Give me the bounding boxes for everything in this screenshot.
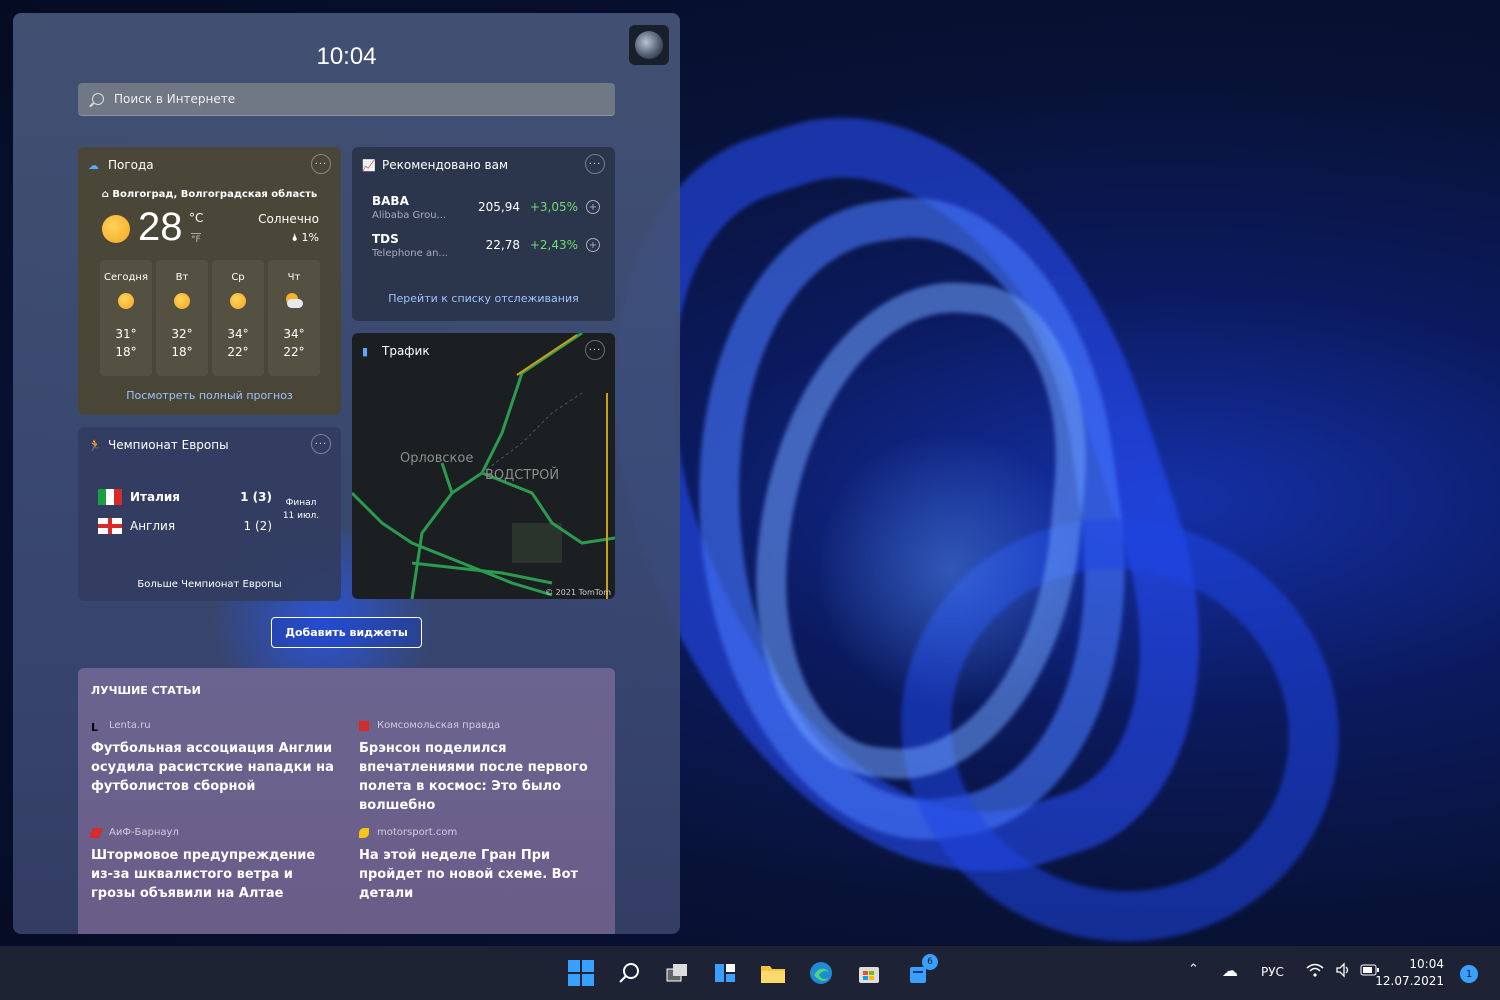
watchlist-link[interactable]: Перейти к списку отслеживания [352,292,615,305]
store-icon [859,967,879,983]
map-label: Орловское [400,451,474,466]
article-card[interactable]: L Lenta.ru Футбольная ассоциация Англии о… [91,720,341,796]
search-icon [92,93,104,105]
search-button[interactable] [614,958,644,988]
widgets-icon [715,964,735,982]
runner-icon: 🏃 [88,439,102,452]
map-copyright: © 2021 TomTom [545,588,611,597]
droplet-icon: 🌢 [291,231,299,244]
lenta-logo-icon: L [91,720,99,734]
volume-icon[interactable] [1335,962,1351,982]
windows-logo-icon [568,960,594,986]
stocks-more-button[interactable]: ··· [585,154,605,174]
kp-logo-icon [359,720,369,731]
wifi-icon[interactable] [1306,962,1324,982]
weather-title: Погода [108,158,154,172]
euro-widget[interactable]: 🏃 Чемпионат Европы ··· Италия 1 (3) Англ… [78,427,341,601]
search-placeholder: Поиск в Интернете [114,92,236,106]
weather-widget[interactable]: ☁ Погода ··· ⌂ Волгоград, Волгоградская … [78,147,341,415]
sun-icon [230,293,246,309]
top-stories-heading: ЛУЧШИЕ СТАТЬИ [91,684,201,697]
sun-icon [102,215,130,243]
panel-clock: 10:04 [316,43,377,70]
italy-flag-icon [98,489,122,505]
match-info: Финал 11 июл. [282,498,320,521]
store-button[interactable] [854,958,884,988]
euro-more-button[interactable]: ··· [311,434,331,454]
weather-condition: Солнечно [258,212,319,226]
forecast-day[interactable]: Сегодня 31° 18° [100,260,152,376]
article-card[interactable]: Комсомольская правда Брэнсон поделился в… [359,720,609,815]
sun-icon [118,293,134,309]
phone-app-button[interactable]: 6 [904,954,938,988]
team-row[interactable]: Англия 1 (2) [98,516,272,536]
user-avatar[interactable] [629,25,669,65]
folder-icon [761,966,785,983]
england-flag-icon [98,518,122,534]
widgets-panel: 10:04 Поиск в Интернете ☁ Погода ··· ⌂ В… [13,13,680,934]
edge-button[interactable] [806,958,836,988]
edge-icon [810,962,832,984]
traffic-widget[interactable]: ▮ Трафик ··· Орловское ВОДСТРОЙ © 2021 T… [352,333,615,599]
start-button[interactable] [566,958,596,988]
weather-temp: 28 [138,205,183,249]
forecast-days: Сегодня 31° 18° Вт 32° 18° Ср 34° 22° Чт… [100,260,320,376]
map-label: ВОДСТРОЙ [485,468,560,483]
stock-row[interactable]: TDS Telephone an... 22,78 +2,43% + [372,232,604,268]
notification-badge[interactable]: 1 [1460,965,1478,983]
search-input[interactable]: Поиск в Интернете [78,83,615,116]
weather-precip: 🌢 1% [291,231,319,244]
add-stock-icon[interactable]: + [586,200,600,214]
cloud-icon: ☁ [88,159,99,172]
language-indicator[interactable]: РУС [1261,965,1284,979]
team-row[interactable]: Италия 1 (3) [98,487,272,507]
traffic-light-icon: ▮ [362,345,369,358]
task-view-button[interactable] [662,958,692,988]
stocks-title: Рекомендовано вам [382,158,509,172]
stocks-widget[interactable]: 📈 Рекомендовано вам ··· BABA Alibaba Gro… [352,147,615,321]
forecast-day[interactable]: Вт 32° 18° [156,260,208,376]
unit-celsius[interactable]: °C [189,211,203,225]
traffic-more-button[interactable]: ··· [585,340,605,360]
euro-title: Чемпионат Европы [108,438,229,452]
weather-location[interactable]: ⌂ Волгоград, Волгоградская область [78,189,341,200]
article-card[interactable]: motorsport.com На этой неделе Гран При п… [359,827,609,903]
aif-logo-icon [89,827,103,838]
store-badge: 6 [922,954,938,970]
sun-icon [174,293,190,309]
add-stock-icon[interactable]: + [586,238,600,252]
more-euro-link[interactable]: Больше Чемпионат Европы [78,579,341,590]
forecast-day[interactable]: Чт 34° 22° [268,260,320,376]
chart-icon: 📈 [362,159,376,172]
task-view-icon [666,964,687,982]
top-stories: ЛУЧШИЕ СТАТЬИ L Lenta.ru Футбольная ассоц… [78,668,615,934]
full-forecast-link[interactable]: Посмотреть полный прогноз [78,389,341,402]
partly-cloudy-icon [284,293,304,309]
add-widgets-button[interactable]: Добавить виджеты [271,617,422,648]
system-clock[interactable]: 10:04 12.07.2021 [1375,956,1444,990]
widgets-button[interactable] [710,958,740,988]
search-icon [619,963,639,983]
weather-more-button[interactable]: ··· [311,154,331,174]
motorsport-logo-icon [359,827,369,838]
stock-row[interactable]: BABA Alibaba Grou... 205,94 +3,05% + [372,194,604,230]
taskbar: 6 ⌃ ☁ РУС 10:04 12.07.2021 1 [0,946,1500,1000]
file-explorer-button[interactable] [758,958,788,988]
article-card[interactable]: АиФ-Барнаул Штормовое предупреждение из-… [89,827,341,903]
unit-fahrenheit[interactable]: °F [191,233,201,245]
traffic-title: Трафик [382,344,430,358]
chevron-up-icon[interactable]: ⌃ [1188,962,1199,977]
forecast-day[interactable]: Ср 34° 22° [212,260,264,376]
onedrive-icon[interactable]: ☁ [1222,961,1238,980]
traffic-map[interactable] [352,333,615,599]
